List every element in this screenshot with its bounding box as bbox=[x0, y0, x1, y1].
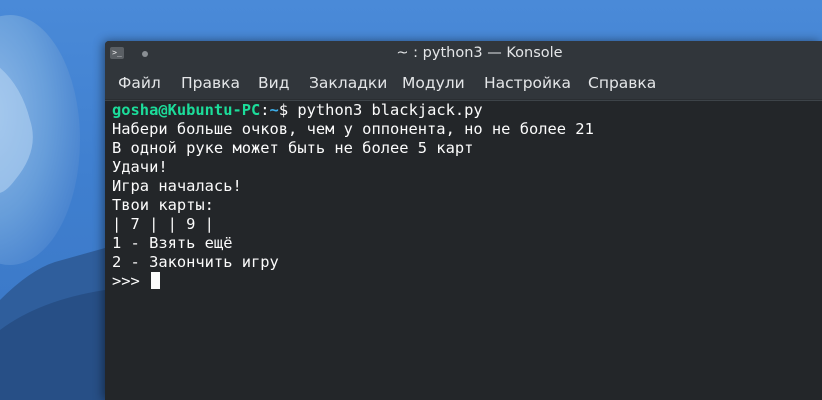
menu-bar: Файл Правка Вид Закладки Модули Настройк… bbox=[105, 67, 822, 100]
prompt-symbol: $ bbox=[278, 101, 289, 119]
text-cursor bbox=[151, 272, 161, 289]
prompt-path: ~ bbox=[269, 101, 279, 119]
menu-help[interactable]: Справка bbox=[588, 67, 656, 99]
window-titlebar[interactable]: >_ ~ : python3 — Konsole bbox=[105, 41, 822, 67]
window-title: ~ : python3 — Konsole bbox=[396, 45, 563, 61]
input-prompt: >>> bbox=[112, 272, 150, 290]
output-line: | 7 | | 9 | bbox=[112, 215, 214, 233]
output-line: Игра началась! bbox=[112, 177, 242, 195]
output-line: Набери больше очков, чем у оппонента, но… bbox=[112, 120, 594, 138]
menu-view[interactable]: Вид bbox=[258, 67, 289, 99]
output-line: 2 - Закончить игру bbox=[112, 253, 279, 271]
output-line: 1 - Взять ещё bbox=[112, 234, 233, 252]
terminal-area[interactable]: gosha@Kubuntu-PC:~$ python3 blackjack.py… bbox=[105, 100, 822, 400]
menu-file[interactable]: Файл bbox=[118, 67, 161, 99]
menu-edit[interactable]: Правка bbox=[181, 67, 240, 99]
menu-settings[interactable]: Настройка bbox=[484, 67, 571, 99]
input-line[interactable]: >>> bbox=[112, 272, 161, 291]
command-text: python3 blackjack.py bbox=[288, 101, 483, 119]
output-line: В одной руке может быть не более 5 карт bbox=[112, 139, 474, 157]
output-line: Твои карты: bbox=[112, 196, 214, 214]
menu-plugins[interactable]: Модули bbox=[402, 67, 465, 99]
prompt-separator: : bbox=[260, 101, 270, 119]
menu-bookmarks[interactable]: Закладки bbox=[309, 67, 387, 99]
output-line: Удачи! bbox=[112, 158, 168, 176]
prompt-user: gosha@Kubuntu-PC bbox=[112, 101, 261, 119]
prompt-line: gosha@Kubuntu-PC:~$ python3 blackjack.py bbox=[112, 101, 483, 120]
konsole-window[interactable]: >_ ~ : python3 — Konsole Файл Правка Вид… bbox=[105, 41, 822, 400]
